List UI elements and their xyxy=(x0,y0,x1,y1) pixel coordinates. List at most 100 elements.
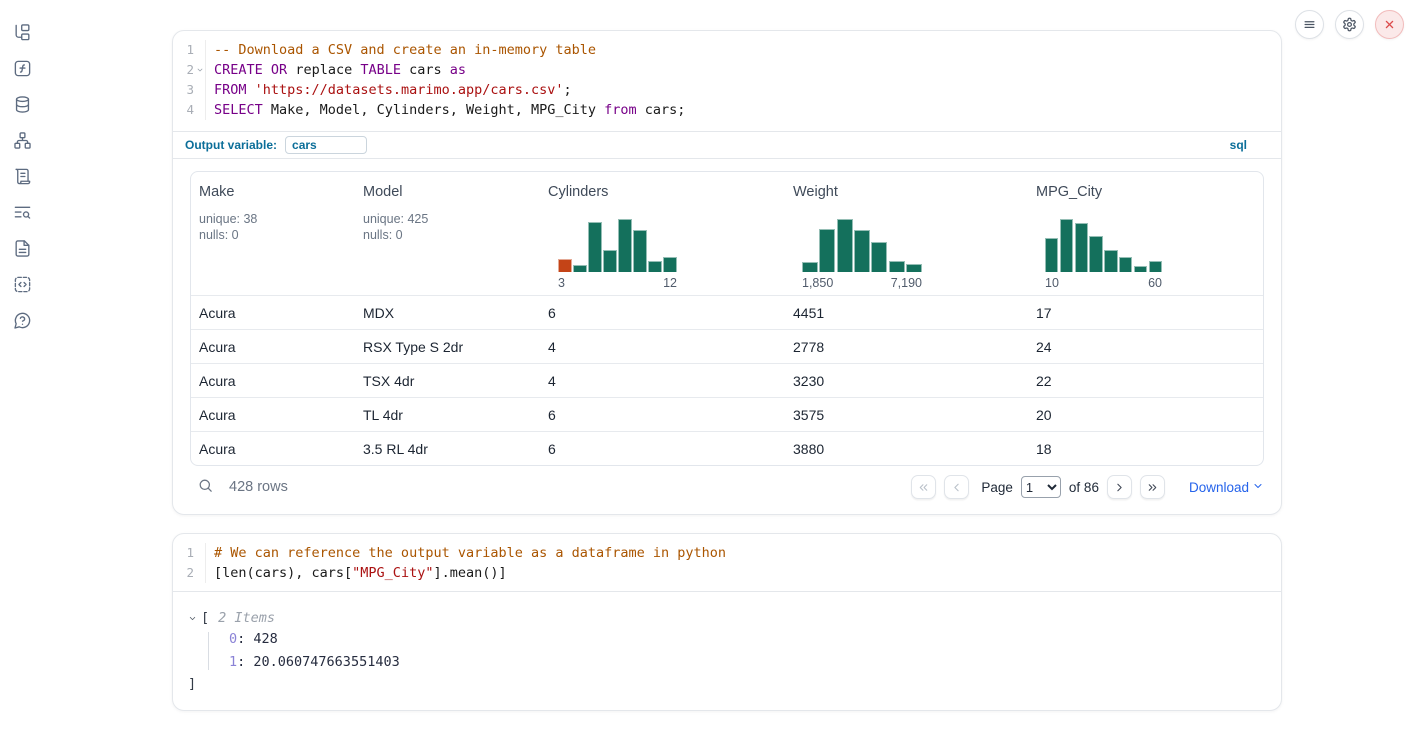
menu-button[interactable] xyxy=(1295,10,1324,39)
sidebar-item-help[interactable] xyxy=(10,308,34,332)
histogram-bar xyxy=(588,222,602,272)
first-page-button[interactable] xyxy=(911,475,936,499)
sidebar-item-dependencies[interactable] xyxy=(10,128,34,152)
gutter: 4 xyxy=(173,100,206,120)
sql-cell: 1-- Download a CSV and create an in-memo… xyxy=(172,30,1282,515)
output-variable-label: Output variable: xyxy=(185,138,277,152)
table-cell: 24 xyxy=(1028,339,1263,355)
page-label: Page xyxy=(981,480,1013,495)
column-header-make[interactable]: Makeunique: 38nulls: 0 xyxy=(191,172,355,295)
chevron-right-icon xyxy=(1113,481,1126,494)
line-number: 1 xyxy=(173,40,194,60)
table-row[interactable]: AcuraRSX Type S 2dr4277824 xyxy=(191,329,1263,363)
column-header-model[interactable]: Model unique: 425nulls: 0 xyxy=(355,172,540,295)
entry-value: 20.060747663551403 xyxy=(253,654,399,670)
column-label: Model xyxy=(363,184,540,200)
table-cell: 2778 xyxy=(785,339,1028,355)
sidebar-item-scratchpad[interactable] xyxy=(10,164,34,188)
code-text: CREATE OR replace TABLE cars as xyxy=(206,60,466,80)
entry-value: 428 xyxy=(253,631,277,647)
histogram-bar xyxy=(802,262,818,272)
code-line: 1# We can reference the output variable … xyxy=(173,543,1281,563)
histogram-bar xyxy=(618,219,632,272)
page-select[interactable]: 1 xyxy=(1021,476,1061,498)
histogram-bar xyxy=(1075,223,1088,272)
histogram-bar xyxy=(1045,238,1058,272)
histogram-max-label: 12 xyxy=(663,276,677,290)
table-cell: 4 xyxy=(540,339,785,355)
code-line: 2[len(cars), cars["MPG_City"].mean()] xyxy=(173,563,1281,583)
last-page-button[interactable] xyxy=(1140,475,1165,499)
output-variable-input[interactable] xyxy=(285,136,367,154)
code-line: 4SELECT Make, Model, Cylinders, Weight, … xyxy=(173,100,1281,120)
entry-key: 0 xyxy=(229,631,237,647)
column-header-cylinders[interactable]: Cylinders312 xyxy=(540,172,785,295)
download-button[interactable]: Download xyxy=(1189,480,1264,495)
histogram-min-label: 1,850 xyxy=(802,276,833,290)
table-cell: 3.5 RL 4dr xyxy=(355,441,540,457)
file-text-icon xyxy=(13,239,32,258)
line-number: 2 xyxy=(173,60,194,80)
search-icon xyxy=(197,477,214,497)
table-cell: 6 xyxy=(540,407,785,423)
table-cell: 4451 xyxy=(785,305,1028,321)
page-total: of 86 xyxy=(1069,480,1099,495)
line-number: 4 xyxy=(173,100,194,120)
chevrons-left-icon xyxy=(917,481,930,494)
sidebar-item-variables[interactable] xyxy=(10,56,34,80)
table-cell: 3880 xyxy=(785,441,1028,457)
language-badge[interactable]: sql xyxy=(1230,138,1247,152)
histogram-min-label: 10 xyxy=(1045,276,1059,290)
menu-icon xyxy=(1302,17,1317,32)
output-variable-bar: Output variable: sql xyxy=(173,131,1281,159)
sidebar-item-logs[interactable] xyxy=(10,200,34,224)
settings-button[interactable] xyxy=(1335,10,1364,39)
fold-gutter xyxy=(194,100,205,120)
histogram-bar xyxy=(1119,257,1132,272)
sidebar-item-documentation[interactable] xyxy=(10,236,34,260)
histogram-bar xyxy=(906,264,922,272)
scroll-icon xyxy=(13,167,32,186)
column-label: Cylinders xyxy=(548,184,785,200)
histogram-bar xyxy=(663,257,677,272)
column-header-weight[interactable]: Weight1,8507,190 xyxy=(785,172,1028,295)
shutdown-button[interactable] xyxy=(1375,10,1404,39)
open-bracket: [ xyxy=(201,610,209,626)
sidebar-item-file-explorer[interactable] xyxy=(10,20,34,44)
histogram-bar xyxy=(1089,236,1102,272)
fold-chevron-icon[interactable] xyxy=(194,60,205,80)
python-code-editor[interactable]: 1# We can reference the output variable … xyxy=(173,534,1281,592)
list-search-icon xyxy=(13,203,32,222)
histogram-bar xyxy=(558,259,572,272)
table-row[interactable]: AcuraTL 4dr6357520 xyxy=(191,397,1263,431)
histogram-bar xyxy=(1104,250,1117,272)
output-tree-entry: 1: 20.060747663551403 xyxy=(229,651,1281,674)
table-row[interactable]: AcuraMDX6445117 xyxy=(191,295,1263,329)
table-row[interactable]: Acura3.5 RL 4dr6388018 xyxy=(191,431,1263,465)
code-text: [len(cars), cars["MPG_City"].mean()] xyxy=(206,563,507,583)
histogram-bar xyxy=(819,229,835,272)
column-label: Weight xyxy=(793,184,1028,200)
search-button[interactable] xyxy=(197,477,214,497)
chevron-left-icon xyxy=(950,481,963,494)
table-row[interactable]: AcuraTSX 4dr4323022 xyxy=(191,363,1263,397)
sidebar-item-datasources[interactable] xyxy=(10,92,34,116)
sidebar-item-snippets[interactable] xyxy=(10,272,34,296)
function-square-icon xyxy=(13,59,32,78)
table-cell: 20 xyxy=(1028,407,1263,423)
collapse-chevron-icon[interactable] xyxy=(188,614,201,623)
previous-page-button[interactable] xyxy=(944,475,969,499)
table-cell: MDX xyxy=(355,305,540,321)
line-number: 1 xyxy=(173,543,194,563)
histogram-bar xyxy=(648,261,662,272)
code-text: FROM 'https://datasets.marimo.app/cars.c… xyxy=(206,80,572,100)
table-cell: Acura xyxy=(191,373,355,389)
column-stats: unique: 425nulls: 0 xyxy=(363,211,540,243)
histogram-bar xyxy=(1060,219,1073,272)
database-icon xyxy=(13,95,32,114)
table-cell: Acura xyxy=(191,407,355,423)
next-page-button[interactable] xyxy=(1107,475,1132,499)
table-cell: 6 xyxy=(540,305,785,321)
column-header-mpg_city[interactable]: MPG_City1060 xyxy=(1028,172,1263,295)
sql-code-editor[interactable]: 1-- Download a CSV and create an in-memo… xyxy=(173,31,1281,131)
